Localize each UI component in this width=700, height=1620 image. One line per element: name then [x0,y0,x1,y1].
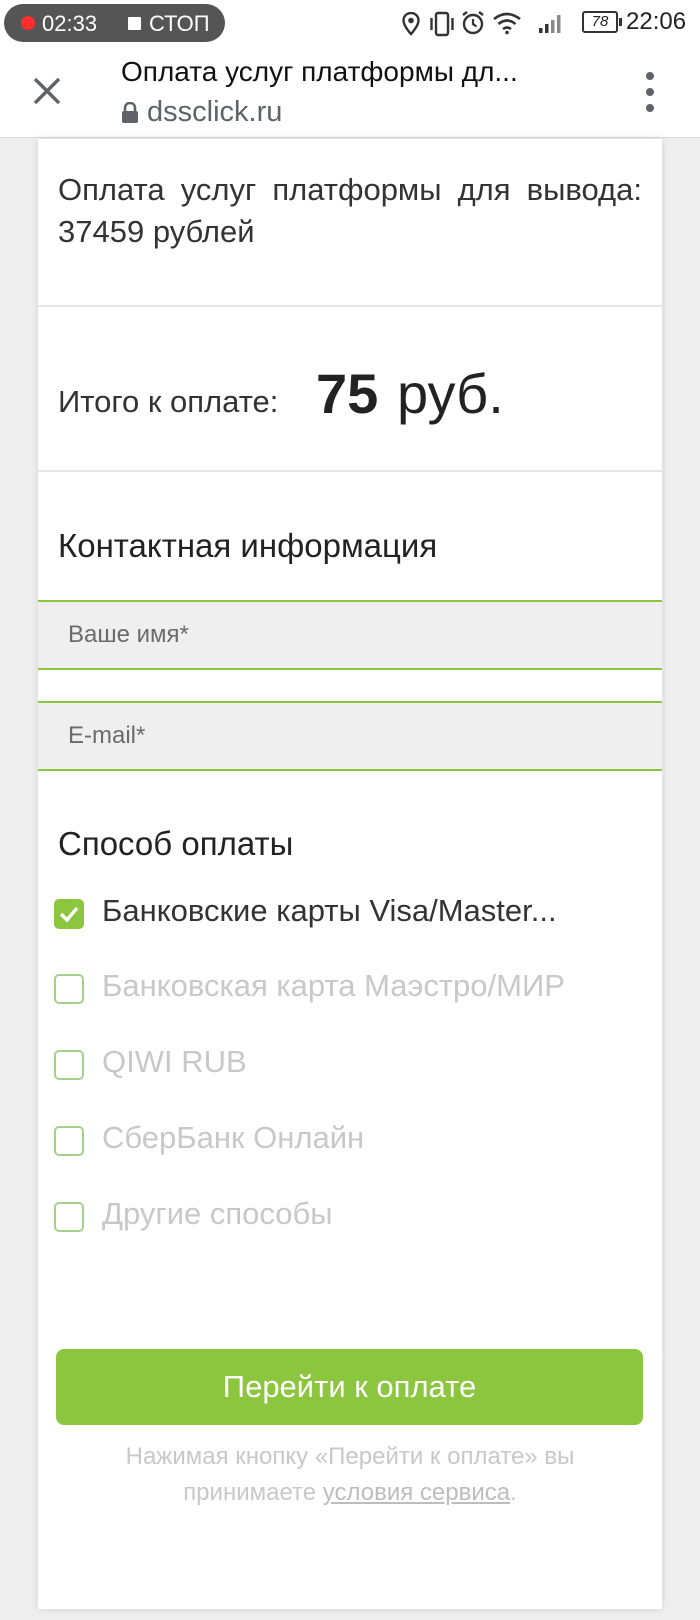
recording-time: 02:33 [42,11,98,36]
checkbox[interactable] [54,1126,84,1156]
browser-toolbar: Оплата услуг платформы дл... dssclick.ru [0,46,700,138]
screen-recording-pill[interactable]: 02:33 СТОП [4,4,225,42]
proceed-to-payment-button[interactable]: Перейти к оплате [56,1349,643,1425]
url-text[interactable]: dssclick.ru [147,96,282,129]
checkbox-checked[interactable] [54,899,84,929]
more-options-button[interactable] [636,72,664,112]
payment-card: Оплата услуг платформы для вывода: 37459… [38,139,662,1609]
wifi-icon [493,12,521,35]
email-field[interactable] [38,701,662,771]
payment-option-other[interactable]: Другие способы [54,1196,654,1240]
payment-section-title: Способ оплаты [58,825,294,862]
payment-option-maestro-mir[interactable]: Банковская карта Маэстро/МИР [54,968,654,1012]
battery-icon: 78 [582,11,622,33]
total-amount: 75 [316,362,379,425]
checkmark-icon [59,906,79,923]
payment-option-visa-mastercard[interactable]: Банковские карты Visa/Master... [54,893,654,937]
recording-dot-icon [21,16,35,30]
dot-icon [646,72,654,80]
clock: 22:06 [626,8,687,35]
terms-link[interactable]: условия сервиса [323,1479,510,1506]
close-button[interactable] [24,68,70,114]
contact-section-title: Контактная информация [58,527,438,564]
divider [38,470,662,472]
page-title: Оплата услуг платформы дл... [121,56,518,87]
payment-option-label: СберБанк Онлайн [102,1120,365,1155]
payment-option-label: Банковская карта Маэстро/МИР [102,968,565,1003]
location-icon [402,12,420,36]
recording-stop-label: СТОП [149,11,210,36]
status-bar: 02:33 СТОП 78 22:06 [0,0,700,46]
payment-option-label: Другие способы [102,1196,333,1231]
name-input[interactable] [38,602,662,668]
name-field[interactable] [38,600,662,670]
lock-icon[interactable] [121,102,139,124]
payment-option-sberbank[interactable]: СберБанк Онлайн [54,1120,654,1164]
dot-icon [646,104,654,112]
checkbox[interactable] [54,1050,84,1080]
payment-option-qiwi[interactable]: QIWI RUB [54,1044,654,1088]
total-label: Итого к оплате: [58,384,279,419]
close-icon [33,77,61,105]
terms-suffix: . [510,1479,517,1506]
divider [38,305,662,307]
dot-icon [646,88,654,96]
payment-option-label: Банковские карты Visa/Master... [102,893,557,928]
payment-option-label: QIWI RUB [102,1044,247,1079]
signal-icon [539,15,561,33]
vibrate-icon [430,11,454,37]
stop-icon [128,17,141,30]
terms-text: Нажимая кнопку «Перейти к оплате» вы при… [58,1439,642,1511]
battery-level: 78 [591,13,609,30]
checkbox[interactable] [54,974,84,1004]
total-currency: руб. [397,362,504,425]
order-description: Оплата услуг платформы для вывода: 37459… [58,172,642,249]
checkbox[interactable] [54,1202,84,1232]
alarm-icon [462,11,484,35]
email-input[interactable] [38,703,662,769]
